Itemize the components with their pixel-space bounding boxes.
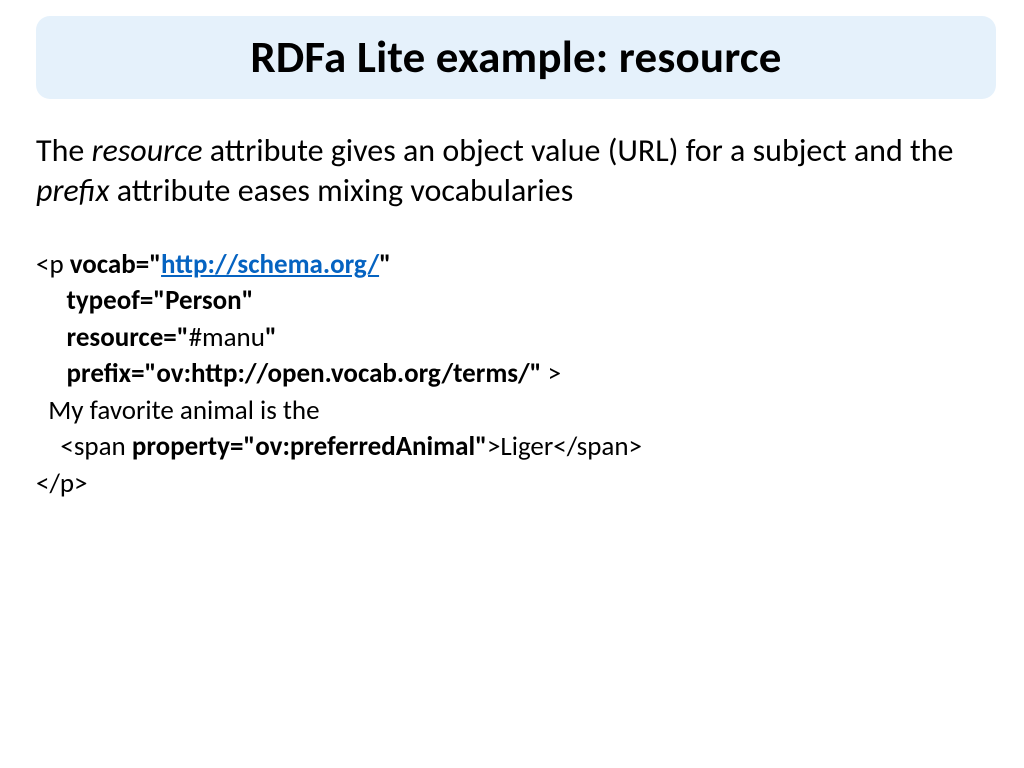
code-l2a [36,284,67,317]
code-l1c: " [379,248,391,281]
code-l3d: " [265,321,277,354]
code-l4b: prefix="ov:http://open.vocab.org/terms/" [67,357,542,390]
desc-em-resource: resource [92,131,203,170]
code-l3a [36,321,67,354]
code-l4a [36,357,67,390]
desc-text-3: attribute eases mixing vocabularies [109,171,573,210]
desc-em-prefix: prefix [36,171,109,210]
description-paragraph: The resource attribute gives an object v… [36,131,988,211]
code-l5: My favorite animal is the [36,394,320,427]
code-l7: </p> [36,467,88,500]
code-l6c: >Liger</span> [487,430,642,463]
desc-text-1: The [36,131,92,170]
desc-text-2: attribute gives an object value (URL) fo… [203,131,954,170]
code-l6b: property="ov:preferredAnimal" [132,430,487,463]
code-l2b: typeof="Person" [67,284,254,317]
code-l1a: <p [36,248,70,281]
slide-title: RDFa Lite example: resource [56,30,976,85]
code-example: <p vocab="http://schema.org/" typeof="Pe… [36,247,988,502]
code-l3c: #manu [189,321,265,354]
code-l4c: > [542,357,562,390]
title-bar: RDFa Lite example: resource [36,16,996,99]
slide: RDFa Lite example: resource The resource… [0,0,1024,768]
code-l3b: resource=" [67,321,189,354]
schema-org-link[interactable]: http://schema.org/ [161,248,379,281]
code-l6a: <span [36,430,132,463]
code-l1b: vocab=" [70,248,161,281]
